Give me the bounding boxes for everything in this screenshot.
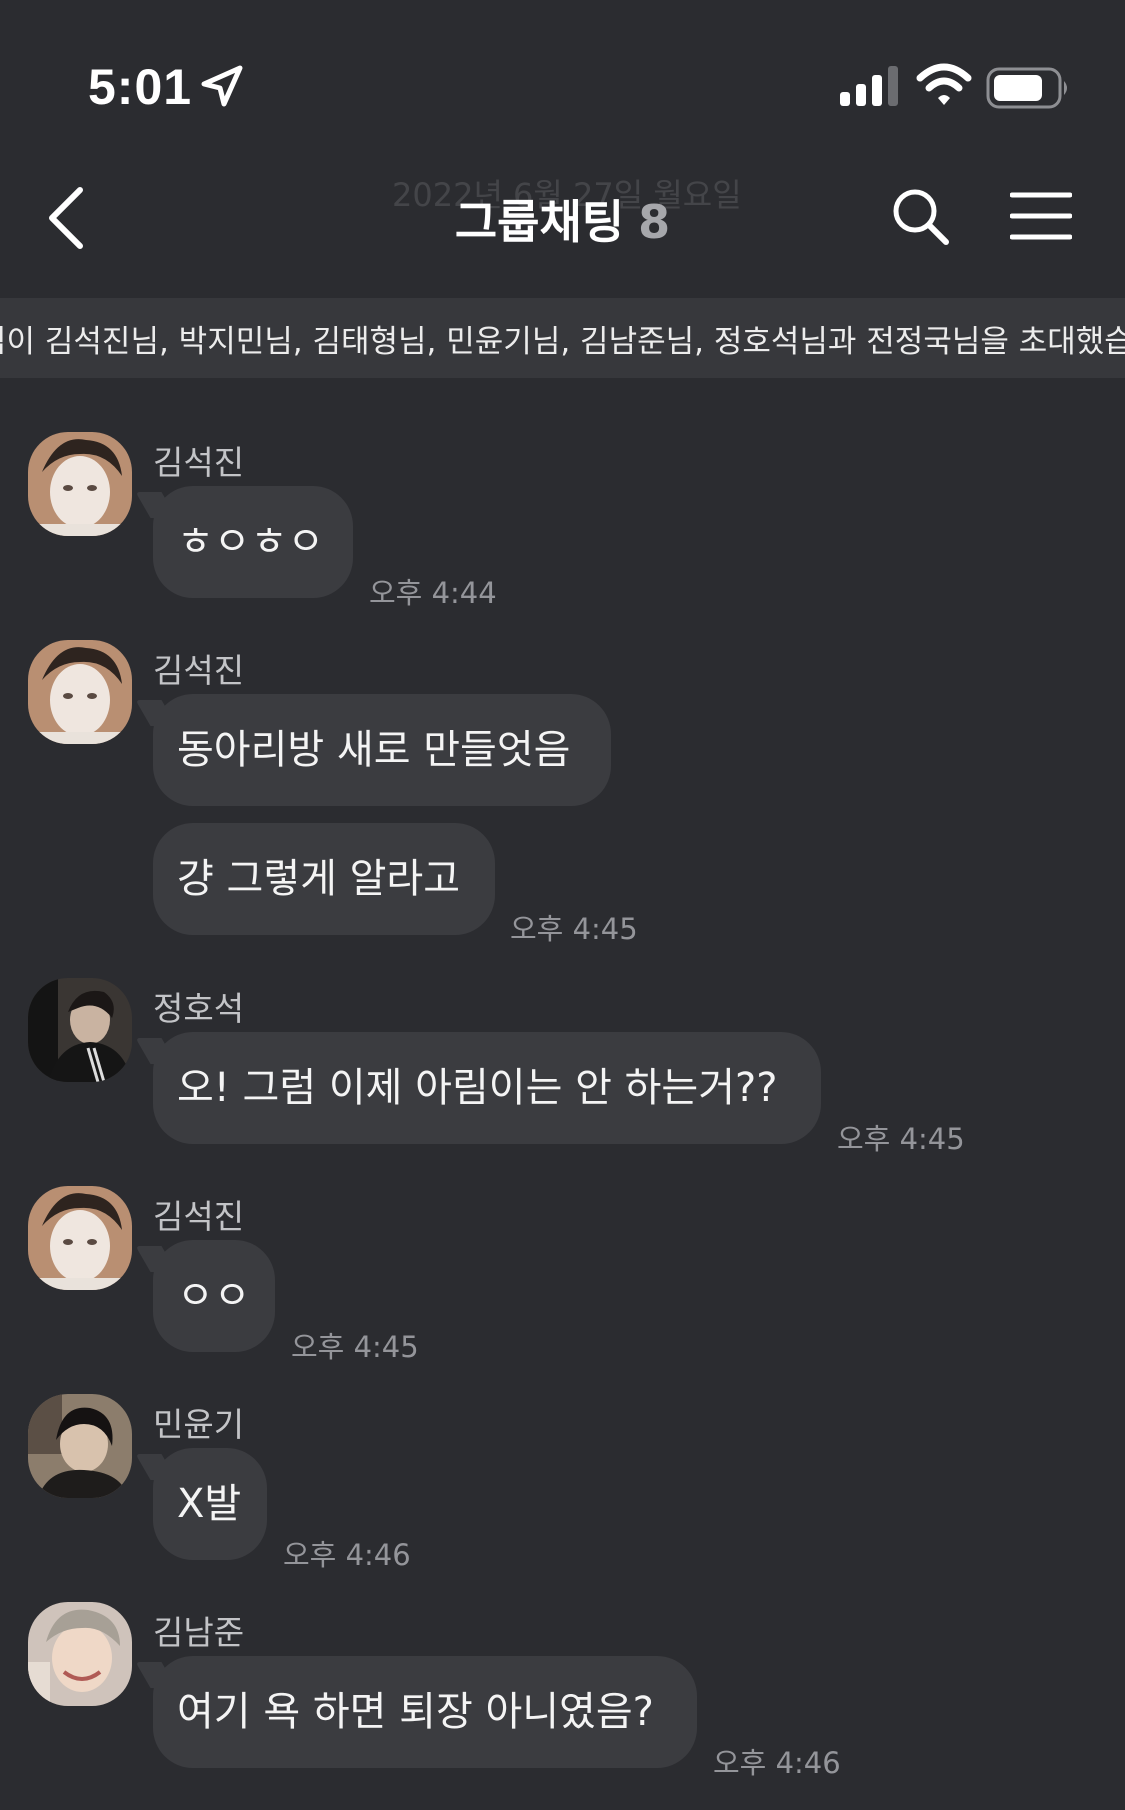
status-time: 5:01 [88,59,193,115]
message-group: 김석진 ㅎㅇㅎㅇ 오후 4:44 [0,432,1125,610]
profile-photo-icon [28,432,132,536]
system-notice-bar: 님이 김석진님, 박지민님, 김태형님, 민윤기님, 김남준님, 정호석님과 전… [0,298,1125,378]
avatar[interactable] [28,1602,132,1706]
system-notice-text: 님이 김석진님, 박지민님, 김태형님, 민윤기님, 김남준님, 정호석님과 전… [0,324,1125,360]
message-group: 김남준 여기 욕 하면 퇴장 아니였음? 오후 4:46 [0,1602,1125,1780]
sender-name: 김석진 [153,651,245,690]
member-count: 8 [638,195,671,249]
avatar[interactable] [28,640,132,744]
cellular-signal-icon [840,66,898,106]
avatar[interactable] [28,1186,132,1290]
message-time: 오후 4:45 [510,912,638,946]
profile-photo-icon [28,1602,132,1706]
message-time: 오후 4:45 [291,1330,419,1364]
message-bubble[interactable]: ㅎㅇㅎㅇ [153,486,353,598]
search-icon[interactable] [890,186,950,246]
profile-photo-icon [28,978,132,1082]
message-bubble[interactable]: 동아리방 새로 만들엇음 [153,694,611,806]
sender-name: 김석진 [153,1197,245,1236]
message-time: 오후 4:46 [283,1538,411,1572]
sender-name: 민윤기 [153,1405,245,1444]
profile-photo-icon [28,1394,132,1498]
profile-photo-icon [28,640,132,744]
chat-title: 그룹채팅 8 [0,186,1125,252]
location-arrow-icon [201,65,243,107]
message-group: 정호석 오! 그럼 이제 아림이는 안 하는거?? 오후 4:45 [0,978,1125,1156]
chat-header: 2022년 6월 27일 월요일 그룹채팅 8 [0,150,1125,298]
avatar[interactable] [28,978,132,1082]
sender-name: 정호석 [153,989,245,1028]
status-bar: 5:01 [0,0,1125,150]
sender-name: 김석진 [153,443,245,482]
chat-title-text: 그룹채팅 [454,195,625,249]
message-time: 오후 4:44 [369,576,497,610]
message-bubble[interactable]: 걍 그렇게 알라고 [153,823,495,935]
message-time: 오후 4:45 [837,1122,965,1156]
message-time: 오후 4:46 [713,1746,841,1780]
sender-name: 김남준 [153,1613,245,1652]
message-bubble[interactable]: 여기 욕 하면 퇴장 아니였음? [153,1656,697,1768]
message-group: 민윤기 X발 오후 4:46 [0,1394,1125,1572]
message-bubble[interactable]: 오! 그럼 이제 아림이는 안 하는거?? [153,1032,821,1144]
message-group: 김석진 ㅇㅇ 오후 4:45 [0,1186,1125,1364]
menu-icon[interactable] [1010,190,1072,242]
message-group: 김석진 동아리방 새로 만들엇음 걍 그렇게 알라고 오후 4:45 [0,640,1125,946]
message-bubble[interactable]: X발 [153,1448,267,1560]
avatar[interactable] [28,1394,132,1498]
wifi-icon [916,63,972,105]
avatar[interactable] [28,432,132,536]
battery-icon [986,67,1067,109]
message-bubble[interactable]: ㅇㅇ [153,1240,275,1352]
profile-photo-icon [28,1186,132,1290]
